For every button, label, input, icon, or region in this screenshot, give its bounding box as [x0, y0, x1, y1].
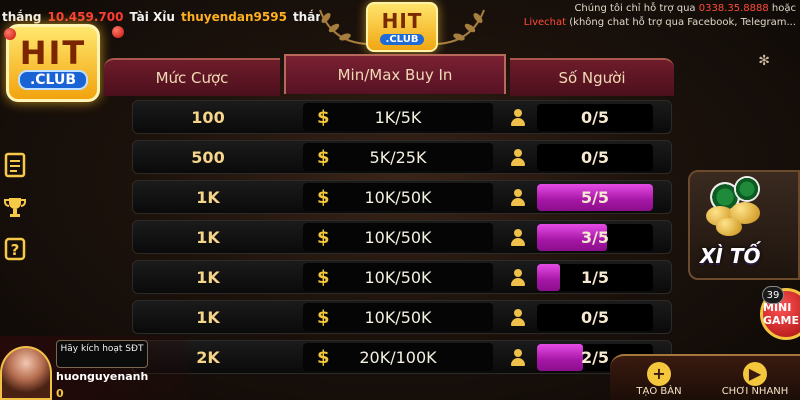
create-table-button[interactable]: + TẠO BÀN [614, 362, 704, 400]
row-buyin: 10K/50K [303, 223, 493, 251]
header-buyin: Min/Max Buy In [284, 54, 506, 94]
ornament-icon [112, 26, 124, 38]
logo-club: .CLUB [17, 70, 89, 90]
row-bet: 1K [196, 227, 220, 247]
row-buyin: 5K/25K [303, 143, 493, 171]
row-buyin: 1K/5K [303, 103, 493, 131]
top-logo: HIT .CLUB [366, 2, 438, 52]
promo-title: XÌ TỐ [700, 244, 761, 268]
avatar[interactable] [0, 346, 52, 400]
mini-badge: 39 [762, 286, 784, 304]
quick-play-label: CHƠI NHANH [721, 386, 789, 397]
chip-icon [734, 176, 760, 202]
row-buyin: 10K/50K [303, 263, 493, 291]
top-logo-hit: HIT [381, 9, 423, 33]
bottom-actions: + TẠO BÀN ▶ CHƠI NHANH [610, 354, 800, 400]
document-icon[interactable] [0, 148, 30, 182]
svg-text:?: ? [11, 241, 20, 259]
side-menu: ? [0, 148, 34, 274]
row-bet: 1K [196, 267, 220, 287]
row-buyin: 10K/50K [303, 183, 493, 211]
person-icon [509, 189, 527, 207]
dollar-icon: $ [317, 146, 330, 168]
person-icon [509, 149, 527, 167]
support-line2: (không chat hỗ trợ qua Facebook, Telegra… [569, 17, 796, 28]
support-notice: Chúng tôi chỉ hỗ trợ qua 0338.35.8888 ho… [506, 2, 796, 68]
dollar-icon: $ [317, 266, 330, 288]
user-balance: 0 [56, 387, 64, 400]
dollar-icon: $ [317, 106, 330, 128]
row-buyin: 20K/100K [303, 343, 493, 371]
ticker-user: thuyendan9595 [180, 10, 287, 24]
person-icon [509, 229, 527, 247]
table-row[interactable]: 100 1K/5K $ 0/5 [132, 100, 672, 134]
ticker-amount: 10.459.700 [47, 10, 124, 24]
quick-play-button[interactable]: ▶ CHƠI NHANH [710, 362, 800, 400]
ticker-prefix: thắng [2, 10, 42, 24]
row-players: 0/5 [580, 307, 610, 327]
table-row[interactable]: 2K 20K/100K $ 2/5 [132, 340, 672, 374]
row-bet: 500 [191, 147, 225, 167]
person-icon [509, 309, 527, 327]
table-header: Mức Cược Min/Max Buy In Số Người [104, 54, 674, 96]
activate-phone-button[interactable]: Hãy kích hoạt SĐT [56, 340, 148, 368]
user-name: huonguyenanh [56, 370, 149, 383]
ticker-game: Tài Xỉu [129, 10, 175, 24]
top-logo-club: .CLUB [379, 34, 425, 45]
table-row[interactable]: 1K 10K/50K $ 1/5 [132, 260, 672, 294]
row-buyin: 10K/50K [303, 303, 493, 331]
help-icon[interactable]: ? [0, 232, 30, 266]
club-logo: HIT .CLUB [6, 24, 100, 102]
row-players: 3/5 [580, 227, 610, 247]
room-list: 100 1K/5K $ 0/5 500 5K/25K $ 0/5 1K 10K/… [132, 100, 672, 380]
dollar-icon: $ [317, 186, 330, 208]
snowflake-icon: ✻ [758, 53, 770, 69]
create-table-label: TẠO BÀN [636, 386, 682, 397]
table-row[interactable]: 1K 10K/50K $ 5/5 [132, 180, 672, 214]
ornament-icon [4, 28, 16, 40]
person-icon [509, 109, 527, 127]
plus-icon: + [647, 362, 671, 386]
person-icon [509, 349, 527, 367]
row-players: 0/5 [580, 107, 610, 127]
support-phone[interactable]: 0338.35.8888 [699, 3, 769, 14]
trophy-icon[interactable] [0, 190, 30, 224]
xi-to-game-banner[interactable]: XÌ TỐ [688, 170, 800, 280]
row-players: 0/5 [580, 147, 610, 167]
row-players: 5/5 [580, 187, 610, 207]
laurel-right-icon [436, 9, 485, 45]
dollar-icon: $ [317, 306, 330, 328]
header-bet: Mức Cược [104, 58, 280, 96]
row-bet: 100 [191, 107, 225, 127]
laurel-left-icon [319, 9, 368, 45]
header-players: Số Người [510, 58, 674, 96]
livechat-link[interactable]: Livechat [524, 17, 566, 28]
table-row[interactable]: 1K 10K/50K $ 0/5 [132, 300, 672, 334]
table-row[interactable]: 1K 10K/50K $ 3/5 [132, 220, 672, 254]
person-icon [509, 269, 527, 287]
row-bet: 1K [196, 307, 220, 327]
support-line1-suffix: hoặc [771, 3, 796, 14]
play-icon: ▶ [743, 362, 767, 386]
dollar-icon: $ [317, 346, 330, 368]
row-players: 1/5 [580, 267, 610, 287]
logo-hit: HIT [19, 34, 87, 72]
dollar-icon: $ [317, 226, 330, 248]
table-row[interactable]: 500 5K/25K $ 0/5 [132, 140, 672, 174]
coin-icon [716, 218, 742, 236]
row-bet: 1K [196, 187, 220, 207]
support-line1-prefix: Chúng tôi chỉ hỗ trợ qua [574, 3, 696, 14]
